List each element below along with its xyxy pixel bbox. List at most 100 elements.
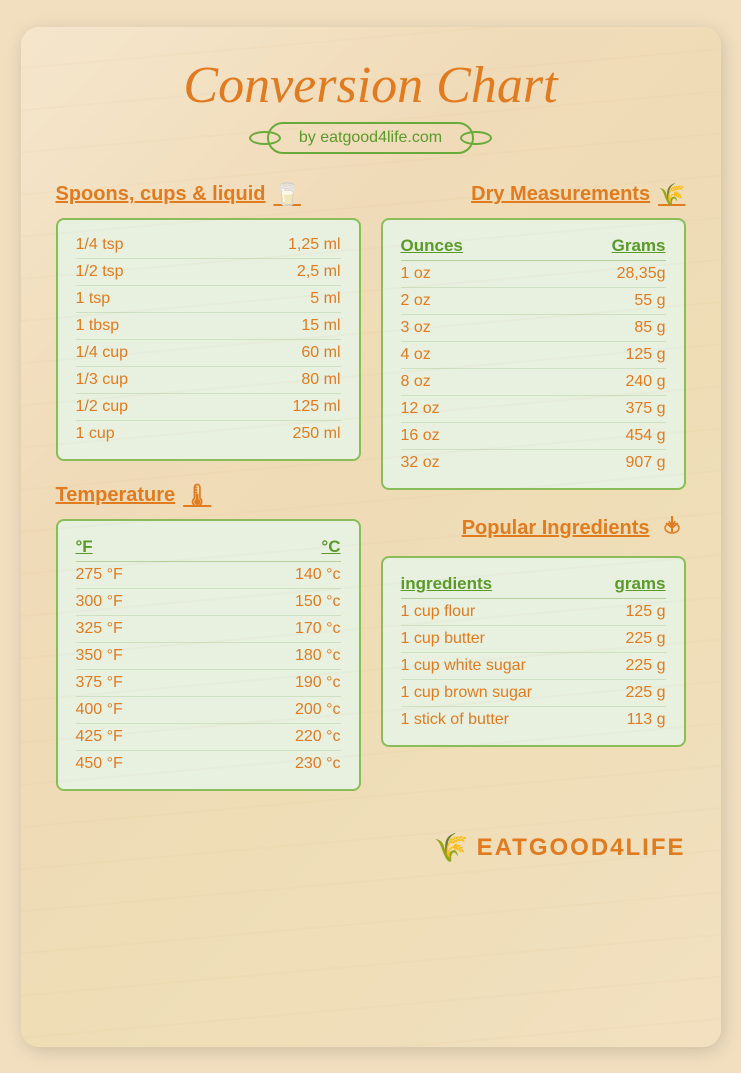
page-title: Conversion Chart [56,57,686,114]
row-value: 150 °c [295,593,341,611]
row-label: 4 oz [401,346,431,364]
row-label: 375 °F [76,674,123,692]
dry-section: Dry Measurements 🌾 Ounces Grams 1 oz 28,35g… [381,182,686,490]
row-value: 85 g [634,319,665,337]
temperature-label: Temperature [56,484,176,507]
row-value: 125 g [625,346,665,364]
row-label: 1/4 tsp [76,236,124,254]
row-label: 3 oz [401,319,431,337]
row-value: 225 g [625,684,665,702]
table-row: 350 °F180 °c [76,643,341,670]
row-value: 80 ml [301,371,340,389]
ingredients-header: Popular Ingredients [381,512,686,546]
row-label: 275 °F [76,566,123,584]
table-row: 1/4 cup60 ml [76,340,341,367]
left-column: Spoons, cups & liquid 🥛 1/4 tsp1,25 ml1/… [56,182,361,813]
row-value: 375 g [625,400,665,418]
row-label: 12 oz [401,400,440,418]
table-row: 1 cup white sugar 225 g [401,653,666,680]
row-label: 16 oz [401,427,440,445]
row-value: 2,5 ml [297,263,341,281]
spoons-table: 1/4 tsp1,25 ml1/2 tsp2,5 ml1 tsp5 ml1 tb… [56,218,361,461]
row-label: 300 °F [76,593,123,611]
temperature-header: Temperature 🌡 [56,483,361,509]
row-label: 450 °F [76,755,123,773]
ingredients-label: Popular Ingredients [462,517,650,540]
row-label: 1 cup butter [401,630,486,648]
row-value: 225 g [625,657,665,675]
row-value: 140 °c [295,566,341,584]
table-row: 1 cup butter225 g [401,626,666,653]
table-header-row: Ounces Grams [401,232,666,261]
row-label: 1/2 tsp [76,263,124,281]
measuring-cup-icon: 🥛 [274,182,301,208]
main-page: Conversion Chart by eatgood4life.com Spo… [21,27,721,1047]
row-value: 250 ml [292,425,340,443]
row-label: 400 °F [76,701,123,719]
col-c: °C [321,537,340,557]
dry-label: Dry Measurements [471,183,650,206]
row-value: 15 ml [301,317,340,335]
row-value: 230 °c [295,755,341,773]
table-row: 12 oz 375 g [401,396,666,423]
row-value: 240 g [625,373,665,391]
row-label: 325 °F [76,620,123,638]
wheat-icon: 🌾 [658,182,685,208]
footer: 🌾 EATGOOD4LIFE [56,831,686,865]
main-content: Spoons, cups & liquid 🥛 1/4 tsp1,25 ml1/… [56,182,686,813]
col-grams: grams [614,574,665,594]
table-row: 400 °F200 °c [76,697,341,724]
spoons-header: Spoons, cups & liquid 🥛 [56,182,361,208]
table-row: 2 oz55 g [401,288,666,315]
temperature-table: °F°C 275 °F 140 °c 300 °F 150 °c 325 °F170 °c… [56,519,361,791]
table-row: 1 cup brown sugar 225 g [401,680,666,707]
row-value: 113 g [627,711,666,729]
table-row: 1 oz 28,35g [401,261,666,288]
dry-header: Dry Measurements 🌾 [381,182,686,208]
footer-logo: EATGOOD4LIFE [477,834,686,862]
col-grams: Grams [612,236,666,256]
subtitle-banner: by eatgood4life.com [267,122,474,154]
row-label: 1 oz [401,265,431,283]
row-label: 1/3 cup [76,371,128,389]
table-row: 1/2 tsp 2,5 ml [76,259,341,286]
table-row: 16 oz 454 g [401,423,666,450]
right-column: Dry Measurements 🌾 Ounces Grams 1 oz 28,35g… [381,182,686,813]
row-value: 180 °c [295,647,341,665]
ingredients-section: Popular Ingredients ingre [381,512,686,747]
table-row: 32 oz907 g [401,450,666,476]
table-row: 1 cup flour125 g [401,599,666,626]
row-label: 425 °F [76,728,123,746]
row-label: 1/2 cup [76,398,128,416]
table-row: 325 °F170 °c [76,616,341,643]
title-section: Conversion Chart by eatgood4life.com [56,57,686,172]
row-value: 1,25 ml [288,236,340,254]
row-value: 28,35g [617,265,666,283]
row-label: 1 cup white sugar [401,657,526,675]
table-row: 1/2 cup 125 ml [76,394,341,421]
row-value: 125 g [625,603,665,621]
row-value: 60 ml [301,344,340,362]
col-ingredients: ingredients [401,574,493,594]
table-row: 8 oz240 g [401,369,666,396]
row-value: 190 °c [295,674,341,692]
table-row: 1/4 tsp 1,25 ml [76,232,341,259]
temperature-section: Temperature 🌡 °F°C 275 °F 140 °c 300 °F 150 … [56,483,361,791]
row-label: 1 cup [76,425,115,443]
subtitle-text: by eatgood4life.com [299,129,442,146]
row-label: 1 tsp [76,290,111,308]
col-ounces: Ounces [401,236,463,256]
row-value: 55 g [634,292,665,310]
row-label: 1 tbsp [76,317,120,335]
table-row: 1 cup 250 ml [76,421,341,447]
whisk-icon [658,512,686,546]
row-value: 125 ml [292,398,340,416]
row-value: 220 °c [295,728,341,746]
table-header-row: °F°C [76,533,341,562]
row-value: 454 g [625,427,665,445]
table-row: 450 °F 230 °c [76,751,341,777]
table-row: 1/3 cup 80 ml [76,367,341,394]
table-row: 3 oz 85 g [401,315,666,342]
row-label: 1 cup brown sugar [401,684,533,702]
thermometer-icon: 🌡 [183,483,211,509]
